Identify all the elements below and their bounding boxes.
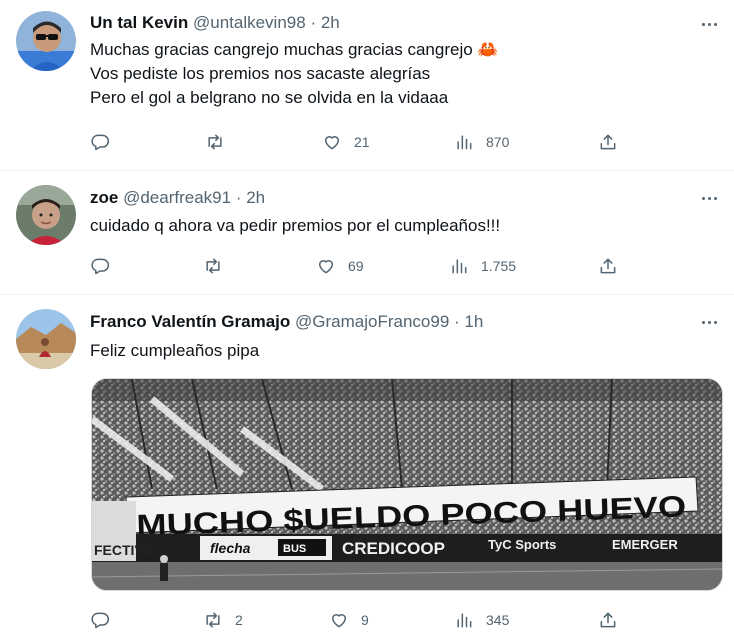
ad-board-text: CREDICOOP bbox=[342, 539, 445, 558]
avatar[interactable] bbox=[16, 185, 76, 245]
tweet-text-line: Muchas gracias cangrejo muchas gracias c… bbox=[90, 40, 499, 59]
ad-board-text: flecha bbox=[210, 540, 251, 556]
tweet-header: zoe @dearfreak91 · 2h bbox=[90, 186, 265, 210]
ad-board-text: FECTIVO bbox=[94, 542, 155, 558]
more-icon[interactable] bbox=[698, 13, 720, 35]
like-count: 21 bbox=[354, 134, 370, 150]
reply-button[interactable] bbox=[90, 131, 122, 153]
views-count: 1.755 bbox=[481, 258, 517, 274]
reply-button[interactable] bbox=[90, 609, 122, 631]
reply-icon bbox=[91, 612, 110, 629]
ad-board-text: BUS bbox=[283, 543, 306, 555]
tweet-text-line: Feliz cumpleaños pipa bbox=[90, 341, 260, 360]
share-icon bbox=[600, 612, 616, 628]
timestamp[interactable]: 2h bbox=[321, 13, 340, 32]
retweet-button[interactable] bbox=[203, 255, 235, 277]
reply-button[interactable] bbox=[90, 255, 122, 277]
retweet-icon bbox=[208, 134, 222, 150]
timestamp[interactable]: 1h bbox=[464, 312, 483, 331]
views-count: 345 bbox=[486, 612, 510, 628]
separator: · bbox=[454, 312, 460, 331]
views-icon bbox=[457, 135, 472, 150]
share-icon bbox=[600, 134, 616, 150]
user-handle[interactable]: @GramajoFranco99 bbox=[295, 312, 449, 331]
share-icon bbox=[600, 258, 616, 274]
like-button[interactable]: 69 bbox=[316, 255, 364, 277]
ad-board-text: EMERGER bbox=[612, 537, 678, 552]
heart-icon bbox=[319, 260, 333, 274]
display-name[interactable]: Franco Valentín Gramajo bbox=[90, 312, 290, 331]
display-name[interactable]: Un tal Kevin bbox=[90, 13, 188, 32]
share-button[interactable] bbox=[598, 255, 618, 277]
reply-icon bbox=[91, 258, 110, 275]
tweet-text: Feliz cumpleaños pipa bbox=[90, 339, 259, 363]
views-icon bbox=[457, 613, 472, 628]
tweet-header: Franco Valentín Gramajo @GramajoFranco99… bbox=[90, 310, 483, 334]
tweet-header: Un tal Kevin @untalkevin98 · 2h bbox=[90, 11, 340, 35]
like-button[interactable]: 9 bbox=[329, 609, 369, 631]
stadium-photo: MUCHO $UELDO POCO HUEVO FECTIVO flecha B… bbox=[92, 379, 722, 590]
tweet-text-line: Pero el gol a belgrano no se olvida en l… bbox=[90, 88, 449, 107]
like-count: 9 bbox=[361, 612, 369, 628]
views-button[interactable]: 345 bbox=[454, 609, 509, 631]
tweet-text-line: cuidado q ahora va pedir premios por el … bbox=[90, 216, 501, 235]
tweet-text-line: Vos pediste los premios nos sacaste aleg… bbox=[90, 64, 431, 83]
display-name[interactable]: zoe bbox=[90, 188, 118, 207]
tweet-text: cuidado q ahora va pedir premios por el … bbox=[90, 214, 500, 238]
separator: · bbox=[235, 188, 242, 207]
tweet-media-photo[interactable]: MUCHO $UELDO POCO HUEVO FECTIVO flecha B… bbox=[91, 378, 723, 591]
avatar[interactable] bbox=[16, 11, 76, 71]
views-button[interactable]: 1.755 bbox=[449, 255, 516, 277]
retweet-icon bbox=[206, 612, 220, 628]
heart-icon bbox=[325, 136, 339, 150]
more-icon[interactable] bbox=[698, 311, 720, 333]
ad-board-text: TyC Sports bbox=[488, 537, 556, 552]
avatar[interactable] bbox=[16, 309, 76, 369]
user-handle[interactable]: @untalkevin98 bbox=[193, 13, 306, 32]
tweet[interactable]: zoe @dearfreak91 · 2h cuidado q ahora va… bbox=[0, 171, 734, 294]
tweet-text: Muchas gracias cangrejo muchas gracias c… bbox=[90, 38, 499, 110]
views-icon bbox=[452, 259, 467, 274]
retweet-icon bbox=[206, 258, 220, 274]
share-button[interactable] bbox=[598, 609, 618, 631]
retweet-button[interactable]: 2 bbox=[203, 609, 243, 631]
views-button[interactable]: 870 bbox=[454, 131, 509, 153]
tweet[interactable]: Un tal Kevin @untalkevin98 · 2h Muchas g… bbox=[0, 0, 734, 170]
share-button[interactable] bbox=[598, 131, 618, 153]
tweet-feed: Un tal Kevin @untalkevin98 · 2h Muchas g… bbox=[0, 0, 734, 642]
more-icon[interactable] bbox=[698, 187, 720, 209]
retweet-count: 2 bbox=[235, 612, 243, 628]
like-button[interactable]: 21 bbox=[322, 131, 370, 153]
timestamp[interactable]: 2h bbox=[246, 188, 265, 207]
like-count: 69 bbox=[348, 258, 364, 274]
reply-icon bbox=[91, 134, 110, 151]
retweet-button[interactable] bbox=[205, 131, 237, 153]
heart-icon bbox=[332, 614, 346, 628]
separator: · bbox=[310, 13, 317, 32]
user-handle[interactable]: @dearfreak91 bbox=[123, 188, 231, 207]
views-count: 870 bbox=[486, 134, 510, 150]
